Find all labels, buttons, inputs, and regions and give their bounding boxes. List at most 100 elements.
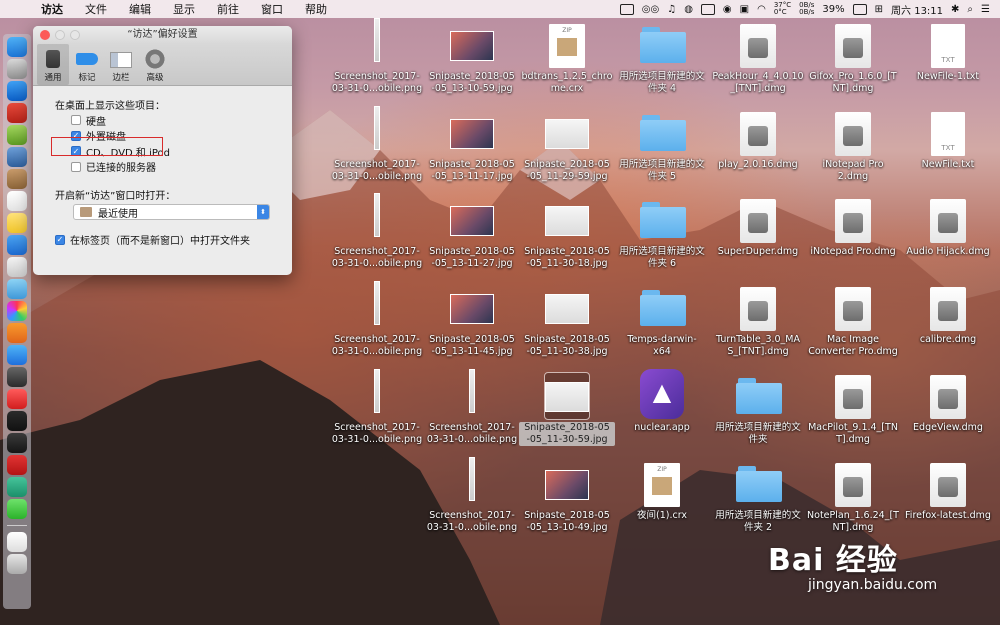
desktop-item[interactable]: calibre.dmg bbox=[900, 285, 996, 346]
desktop-item[interactable]: Screenshot_2017- 03-31-0...obile.png bbox=[424, 457, 520, 534]
menu-finder[interactable]: 访达 bbox=[30, 1, 74, 17]
desktop-item[interactable]: iNotepad Pro 2.dmg bbox=[805, 110, 901, 183]
desktop-item[interactable]: Screenshot_2017- 03-31-0...obile.png bbox=[329, 106, 425, 183]
photos-icon[interactable] bbox=[7, 301, 27, 321]
finder-icon[interactable] bbox=[7, 37, 27, 57]
desktop-item[interactable]: TurnTable_3.0_MA S_[TNT].dmg bbox=[710, 285, 806, 358]
desktop-item[interactable]: Firefox-latest.dmg bbox=[900, 461, 996, 522]
calendar-icon[interactable] bbox=[7, 191, 27, 211]
desktop-item[interactable]: PeakHour_4_4.0.10 _[TNT].dmg bbox=[710, 22, 806, 95]
desktop-item[interactable]: SuperDuper.dmg bbox=[710, 197, 806, 258]
close-button[interactable] bbox=[40, 30, 50, 40]
tab-tags[interactable]: 标记 bbox=[71, 44, 103, 85]
menu-window[interactable]: 窗口 bbox=[250, 1, 294, 17]
clock[interactable]: 周六 13:11 bbox=[891, 2, 943, 17]
activity-monitor-icon[interactable] bbox=[7, 411, 27, 431]
bluetooth-icon[interactable]: ✱ bbox=[951, 4, 959, 15]
desktop-item[interactable]: Audio Hijack.dmg bbox=[900, 197, 996, 258]
network-readout[interactable]: 0B/s 0B/s bbox=[799, 2, 814, 16]
input-source-icon[interactable]: ⊞ bbox=[875, 4, 883, 15]
checkbox-row-hard-disks[interactable]: 硬盘 bbox=[55, 113, 292, 129]
open-in-tabs-checkbox[interactable]: ✓ bbox=[55, 234, 65, 245]
wifi-icon[interactable]: ◠ bbox=[757, 4, 766, 15]
tab-general[interactable]: 通用 bbox=[37, 44, 69, 85]
desktop-item[interactable]: 用所选项目新建的文 件夹 5 bbox=[614, 110, 710, 183]
safari-icon[interactable] bbox=[7, 81, 27, 101]
menu-view[interactable]: 显示 bbox=[162, 1, 206, 17]
desktop-item[interactable]: TXT NewFile.txt bbox=[900, 110, 996, 171]
checkbox-row-open-in-tabs[interactable]: ✓ 在标签页（而不是新窗口）中打开文件夹 bbox=[55, 232, 292, 248]
desktop-item[interactable]: Snipaste_2018-05 -05_13-11-17.jpg bbox=[424, 110, 520, 183]
desktop-item[interactable]: Snipaste_2018-05 -05_13-11-27.jpg bbox=[424, 197, 520, 270]
checkbox-row-servers[interactable]: 已连接的服务器 bbox=[55, 159, 292, 175]
desktop-item[interactable]: iNotepad Pro.dmg bbox=[805, 197, 901, 258]
screen-icon[interactable] bbox=[700, 3, 715, 15]
menu-help[interactable]: 帮助 bbox=[294, 1, 338, 17]
desktop-item[interactable]: 用所选项目新建的文 件夹 4 bbox=[614, 22, 710, 95]
display-icon[interactable] bbox=[619, 3, 634, 15]
servers-checkbox[interactable] bbox=[71, 161, 81, 172]
preview-icon[interactable] bbox=[7, 235, 27, 255]
new-window-select[interactable]: 最近使用 ⬍ bbox=[73, 204, 270, 220]
desktop-item[interactable]: Screenshot_2017- 03-31-0...obile.png bbox=[329, 193, 425, 270]
taobao-icon[interactable] bbox=[7, 103, 27, 123]
desktop-item[interactable]: MacPilot_9.1.4_[TN T].dmg bbox=[805, 373, 901, 446]
notes-icon[interactable] bbox=[7, 213, 27, 233]
netease-music-icon[interactable] bbox=[7, 455, 27, 475]
glasses-icon[interactable]: ◎◎ bbox=[642, 4, 659, 15]
vivaldi-icon[interactable] bbox=[7, 389, 27, 409]
wechat-icon[interactable]: ◍ bbox=[684, 4, 693, 15]
menu-edit[interactable]: 编辑 bbox=[118, 1, 162, 17]
desktop-item[interactable]: Gifox_Pro_1.6.0_[T NT].dmg bbox=[805, 22, 901, 95]
desktop-item[interactable]: Screenshot_2017- 03-31-0...obile.png bbox=[329, 18, 425, 95]
desktop-item[interactable]: Snipaste_2018-05 -05_13-11-45.jpg bbox=[424, 285, 520, 358]
textedit-icon[interactable] bbox=[7, 257, 27, 277]
desktop-item[interactable]: Mac Image Converter Pro.dmg bbox=[805, 285, 901, 358]
contacts-icon[interactable] bbox=[7, 169, 27, 189]
system-preferences-icon[interactable] bbox=[7, 367, 27, 387]
desktop-item[interactable]: EdgeView.dmg bbox=[900, 373, 996, 434]
desktop-item[interactable]: Snipaste_2018-05 -05_11-29-59.jpg bbox=[519, 110, 615, 183]
menu-go[interactable]: 前往 bbox=[206, 1, 250, 17]
tab-advanced[interactable]: 高级 bbox=[139, 44, 171, 85]
document-icon[interactable] bbox=[7, 532, 27, 552]
terminal-icon[interactable] bbox=[7, 433, 27, 453]
menu-file[interactable]: 文件 bbox=[74, 1, 118, 17]
bell-icon[interactable]: ♫ bbox=[667, 4, 676, 15]
desktop-item[interactable]: Screenshot_2017- 03-31-0...obile.png bbox=[329, 369, 425, 446]
launchpad-icon[interactable] bbox=[7, 59, 27, 79]
cleaner-icon[interactable] bbox=[7, 477, 27, 497]
trash-icon[interactable] bbox=[7, 554, 27, 574]
desktop-item[interactable]: Snipaste_2018-05 -05_13-10-59.jpg bbox=[424, 22, 520, 95]
tab-sidebar[interactable]: 边栏 bbox=[105, 44, 137, 85]
desktop-item[interactable]: Screenshot_2017- 03-31-0...obile.png bbox=[424, 369, 520, 446]
desktop-item[interactable]: ZIP bdtrans_1.2.5_chro me.crx bbox=[519, 22, 615, 95]
desktop-item[interactable]: Temps-darwin- x64 bbox=[614, 285, 710, 358]
notification-center-icon[interactable]: ☰ bbox=[981, 4, 990, 15]
desktop-item[interactable]: play_2.0.16.dmg bbox=[710, 110, 806, 171]
android-icon[interactable] bbox=[7, 125, 27, 145]
desktop-item[interactable]: Snipaste_2018-05 -05_11-30-18.jpg bbox=[519, 197, 615, 270]
zoom-button[interactable] bbox=[70, 30, 80, 40]
desktop-item[interactable]: Screenshot_2017- 03-31-0...obile.png bbox=[329, 281, 425, 358]
maps-icon[interactable] bbox=[7, 279, 27, 299]
ibooks-icon[interactable] bbox=[7, 323, 27, 343]
bookmark-icon[interactable]: ▣ bbox=[740, 4, 749, 15]
desktop-item[interactable]: nuclear.app bbox=[614, 369, 710, 434]
temperature-readout[interactable]: 37°C 0°C bbox=[774, 2, 791, 16]
desktop-item[interactable]: TXT NewFile-1.txt bbox=[900, 22, 996, 83]
ring-icon[interactable]: ◉ bbox=[723, 4, 732, 15]
desktop-item[interactable]: 用所选项目新建的文 件夹 bbox=[710, 373, 806, 446]
app-store-icon[interactable] bbox=[7, 345, 27, 365]
hard-disks-checkbox[interactable] bbox=[71, 115, 81, 126]
photo-icon[interactable] bbox=[7, 147, 27, 167]
battery-percent[interactable]: 39% bbox=[822, 4, 844, 15]
desktop-item[interactable]: NotePlan_1.6.24_[T NT].dmg bbox=[805, 461, 901, 534]
search-icon[interactable]: ⌕ bbox=[967, 4, 973, 15]
desktop-item[interactable]: ZIP 夜间(1).crx bbox=[614, 461, 710, 522]
wechat-dock-icon[interactable] bbox=[7, 499, 27, 519]
desktop-item[interactable]: 用所选项目新建的文 件夹 6 bbox=[614, 197, 710, 270]
desktop-item[interactable]: Snipaste_2018-05 -05_11-30-38.jpg bbox=[519, 285, 615, 358]
minimize-button[interactable] bbox=[55, 30, 65, 40]
desktop-item[interactable]: Snipaste_2018-05 -05_13-10-49.jpg bbox=[519, 461, 615, 534]
